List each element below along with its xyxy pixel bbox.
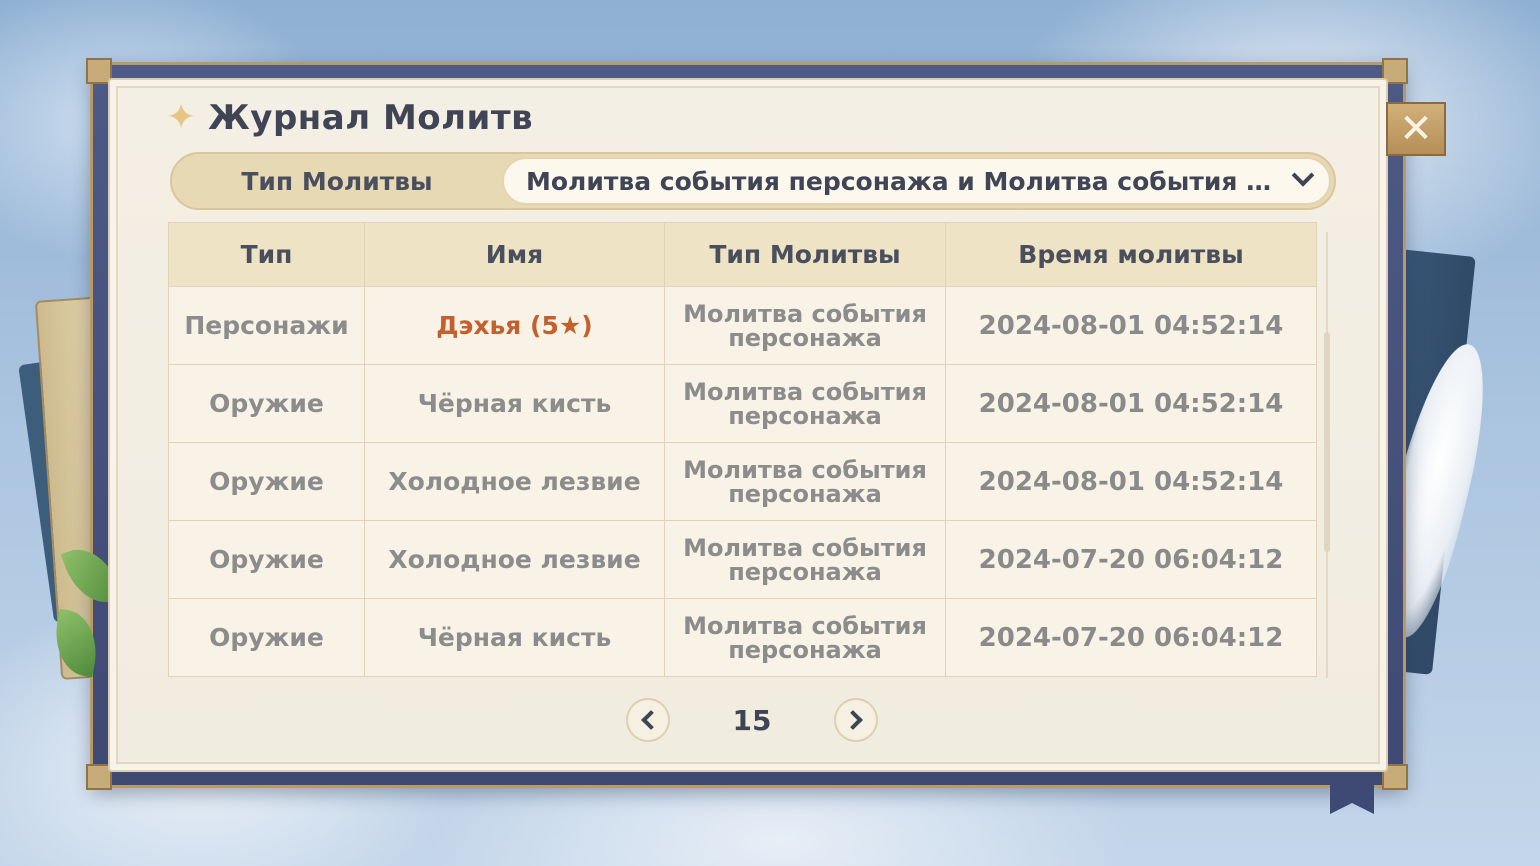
- pagination: 15: [626, 698, 878, 744]
- wish-type-line: персонажа: [728, 557, 882, 586]
- wish-time-cell: 2024-08-01 04:52:14: [945, 442, 1317, 521]
- item-type-cell: Оружие: [168, 598, 365, 677]
- table-row: Оружие Холодное лезвие Молитва события пе…: [168, 520, 1317, 599]
- column-header-type: Тип: [168, 222, 365, 287]
- wish-type-dropdown[interactable]: Молитва события персонажа и Молитва собы…: [502, 157, 1331, 205]
- table-row: Персонажи Дэхья (5★) Молитва события перс…: [168, 286, 1317, 365]
- wish-type-line: персонажа: [728, 479, 882, 508]
- table-row: Оружие Чёрная кисть Молитва события персо…: [168, 598, 1317, 677]
- column-header-wish-type: Тип Молитвы: [664, 222, 946, 287]
- chevron-left-icon: [641, 710, 661, 730]
- wish-type-line: персонажа: [728, 401, 882, 430]
- chevron-right-icon: [843, 710, 863, 730]
- bookmark-ribbon: [1330, 770, 1374, 814]
- item-type-cell: Оружие: [168, 520, 365, 599]
- wish-type-cell: Молитва события персонажа: [664, 442, 946, 521]
- item-name-cell: Чёрная кисть: [364, 598, 665, 677]
- table-row: Оружие Холодное лезвие Молитва события пе…: [168, 442, 1317, 521]
- page-header: ✦ Журнал Молитв: [166, 96, 533, 140]
- item-name-cell: Дэхья (5★): [364, 286, 665, 365]
- scroll-thumb[interactable]: [1324, 332, 1330, 552]
- item-type-cell: Персонажи: [168, 286, 365, 365]
- wish-history-table: Тип Имя Тип Молитвы Время молитвы Персон…: [168, 222, 1317, 677]
- wish-type-cell: Молитва события персонажа: [664, 364, 946, 443]
- wish-type-cell: Молитва события персонажа: [664, 598, 946, 677]
- current-page-number: 15: [732, 703, 772, 737]
- item-name-cell: Чёрная кисть: [364, 364, 665, 443]
- item-type-cell: Оружие: [168, 442, 365, 521]
- sparkle-icon: ✦: [166, 97, 197, 138]
- page-title: Журнал Молитв: [208, 98, 534, 138]
- column-header-name: Имя: [364, 222, 665, 287]
- wish-type-cell: Молитва события персонажа: [664, 286, 946, 365]
- column-header-time: Время молитвы: [945, 222, 1317, 287]
- wish-type-filter: Тип Молитвы Молитва события персонажа и …: [170, 152, 1336, 210]
- table-row: Оружие Чёрная кисть Молитва события персо…: [168, 364, 1317, 443]
- wish-time-cell: 2024-07-20 06:04:12: [945, 520, 1317, 599]
- table-scrollbar[interactable]: [1322, 222, 1332, 688]
- previous-page-button[interactable]: [626, 698, 670, 742]
- table-header-row: Тип Имя Тип Молитвы Время молитвы: [168, 222, 1317, 287]
- filter-label: Тип Молитвы: [241, 166, 433, 196]
- close-button[interactable]: ✕: [1386, 102, 1446, 156]
- wish-type-cell: Молитва события персонажа: [664, 520, 946, 599]
- wish-type-line: персонажа: [728, 635, 882, 664]
- dropdown-selected-value: Молитва события персонажа и Молитва собы…: [526, 166, 1283, 196]
- wish-time-cell: 2024-07-20 06:04:12: [945, 598, 1317, 677]
- chevron-down-icon: [1291, 164, 1315, 187]
- item-type-cell: Оружие: [168, 364, 365, 443]
- wish-time-cell: 2024-08-01 04:52:14: [945, 286, 1317, 365]
- close-icon: ✕: [1399, 106, 1433, 152]
- wish-time-cell: 2024-08-01 04:52:14: [945, 364, 1317, 443]
- wish-type-line: персонажа: [728, 323, 882, 352]
- item-name-cell: Холодное лезвие: [364, 442, 665, 521]
- next-page-button[interactable]: [834, 698, 878, 742]
- item-name-cell: Холодное лезвие: [364, 520, 665, 599]
